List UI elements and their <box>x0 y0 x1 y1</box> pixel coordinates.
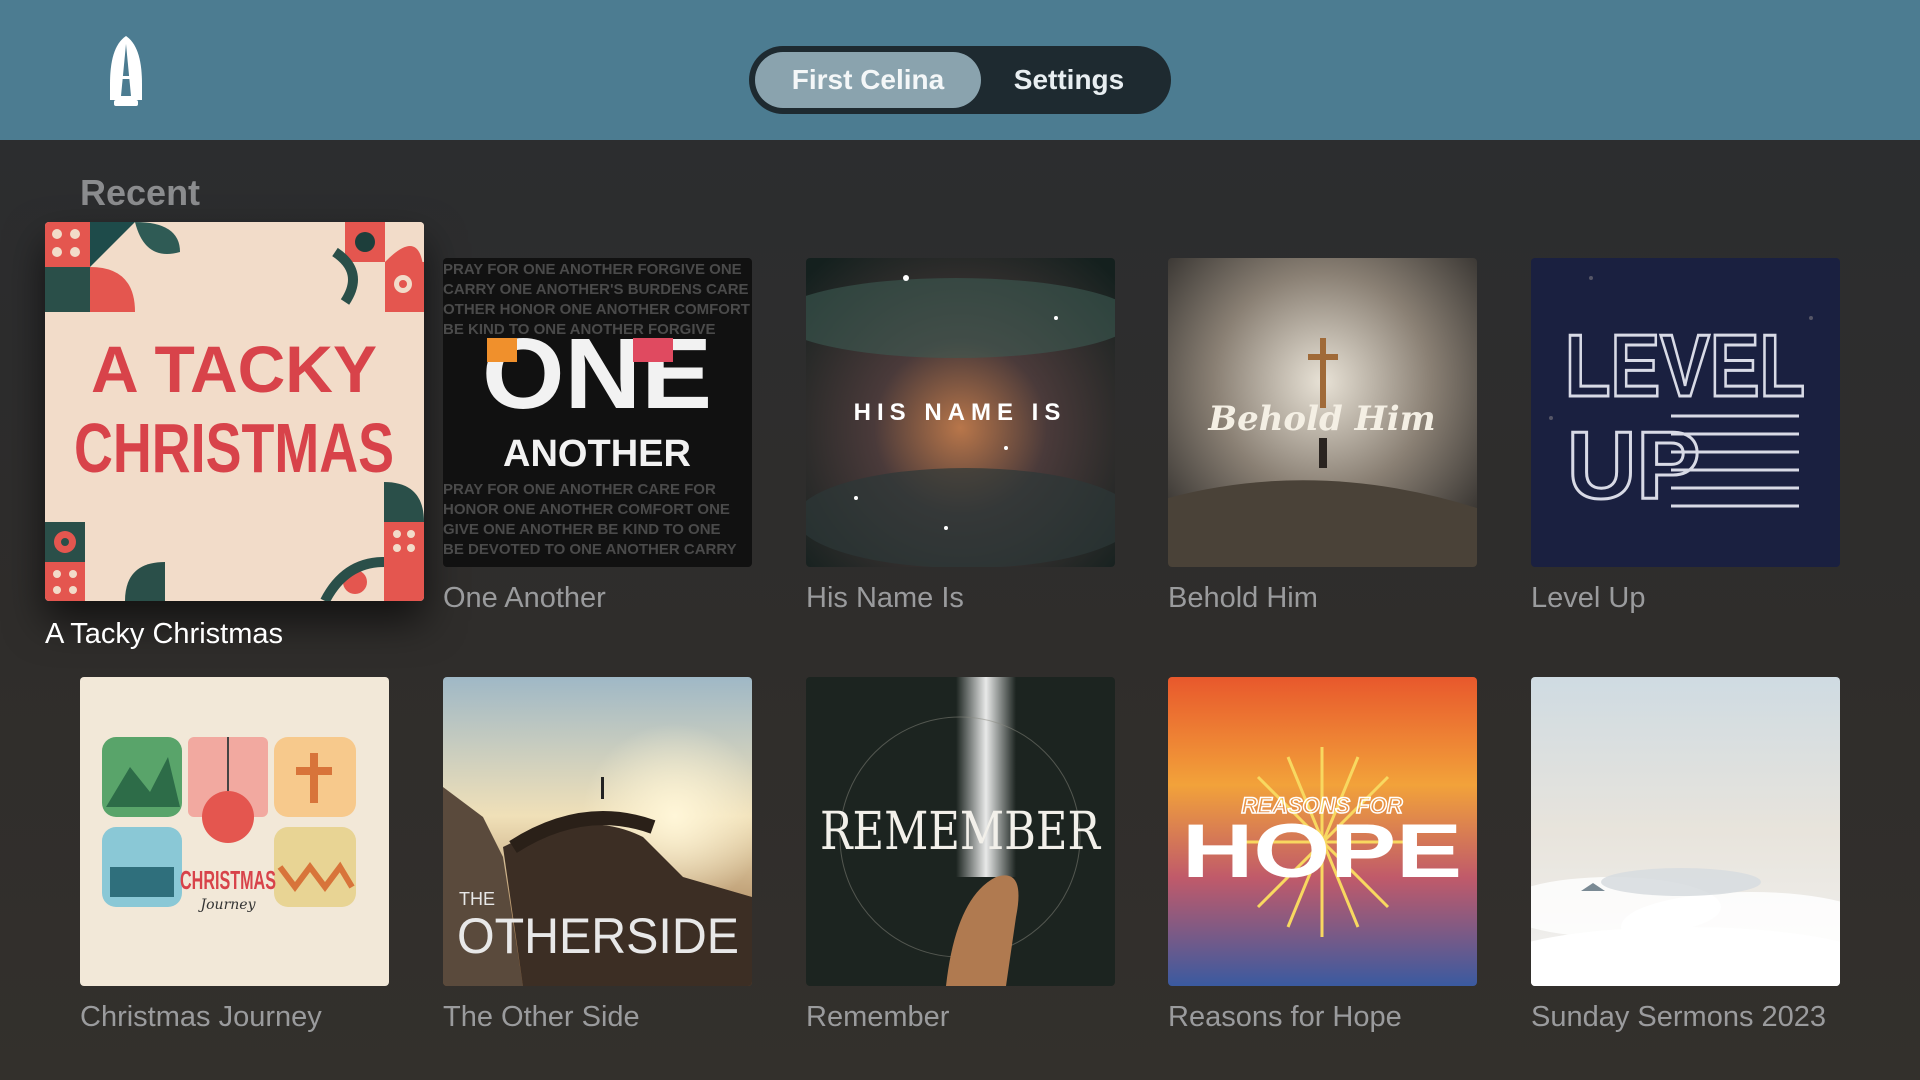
svg-text:Journey: Journey <box>198 897 257 913</box>
svg-text:CHRISTMAS: CHRISTMAS <box>74 409 394 487</box>
svg-text:CHRISTMAS: CHRISTMAS <box>180 865 276 895</box>
top-bar: First Celina Settings <box>0 0 1920 140</box>
svg-text:GIVE ONE ANOTHER BE KIND TO ON: GIVE ONE ANOTHER BE KIND TO ONE <box>443 521 721 538</box>
svg-text:A TACKY: A TACKY <box>91 332 377 406</box>
svg-text:UP: UP <box>1567 412 1700 519</box>
series-title: A Tacky Christmas <box>45 618 283 650</box>
series-title: Reasons for Hope <box>1168 1001 1402 1033</box>
series-artwork: Behold Him <box>1168 258 1477 567</box>
svg-text:Behold Him: Behold Him <box>1207 399 1435 439</box>
series-artwork: CHRISTMAS Journey <box>80 677 389 986</box>
series-title: Behold Him <box>1168 582 1318 614</box>
svg-text:THE: THE <box>459 889 495 909</box>
svg-text:LEVEL: LEVEL <box>1565 316 1805 415</box>
tab-settings[interactable]: Settings <box>981 52 1157 108</box>
series-artwork: PRAY FOR ONE ANOTHER FORGIVE ONE CARRY O… <box>443 258 752 567</box>
series-artwork: LEVEL UP <box>1531 258 1840 567</box>
svg-text:ANOTHER: ANOTHER <box>503 433 691 475</box>
section-title: Recent <box>80 172 201 213</box>
series-title: Christmas Journey <box>80 1001 322 1033</box>
series-title: His Name Is <box>806 582 964 614</box>
lighthouse-logo-icon <box>110 36 142 106</box>
tab-first-celina[interactable]: First Celina <box>755 52 981 108</box>
series-artwork: A TACKY CHRISTMAS <box>45 222 424 601</box>
svg-text:HONOR ONE ANOTHER COMFORT ONE: HONOR ONE ANOTHER COMFORT ONE <box>443 501 730 518</box>
svg-text:CARRY ONE ANOTHER'S BURDENS CA: CARRY ONE ANOTHER'S BURDENS CARE <box>443 281 749 298</box>
series-title: Sunday Sermons 2023 <box>1531 1001 1827 1033</box>
svg-text:BE DEVOTED TO ONE ANOTHER CARR: BE DEVOTED TO ONE ANOTHER CARRY <box>443 541 737 558</box>
svg-text:PRAY FOR ONE ANOTHER FORGIVE O: PRAY FOR ONE ANOTHER FORGIVE ONE <box>443 261 742 278</box>
series-title: Remember <box>806 1001 950 1033</box>
svg-text:HIS NAME IS: HIS NAME IS <box>854 399 1067 426</box>
svg-text:PRAY FOR ONE ANOTHER CARE FOR: PRAY FOR ONE ANOTHER CARE FOR <box>443 481 716 498</box>
series-title: One Another <box>443 582 606 614</box>
svg-text:OTHERSIDE: OTHERSIDE <box>457 908 739 964</box>
series-artwork: REASONS FOR HOPE <box>1168 677 1477 986</box>
profile-tabs: First Celina Settings <box>749 46 1171 114</box>
series-title: Level Up <box>1531 582 1646 614</box>
series-artwork <box>1531 677 1840 986</box>
series-title: The Other Side <box>443 1001 640 1033</box>
svg-text:ONE: ONE <box>482 318 712 430</box>
svg-text:REMEMBER: REMEMBER <box>820 802 1102 862</box>
series-artwork: REMEMBER <box>806 677 1115 986</box>
svg-text:HOPE: HOPE <box>1182 809 1462 894</box>
svg-text:OTHER HONOR ONE ANOTHER COMFOR: OTHER HONOR ONE ANOTHER COMFORT <box>443 301 750 318</box>
series-artwork: THE OTHERSIDE <box>443 677 752 986</box>
series-artwork: HIS NAME IS <box>806 258 1115 567</box>
